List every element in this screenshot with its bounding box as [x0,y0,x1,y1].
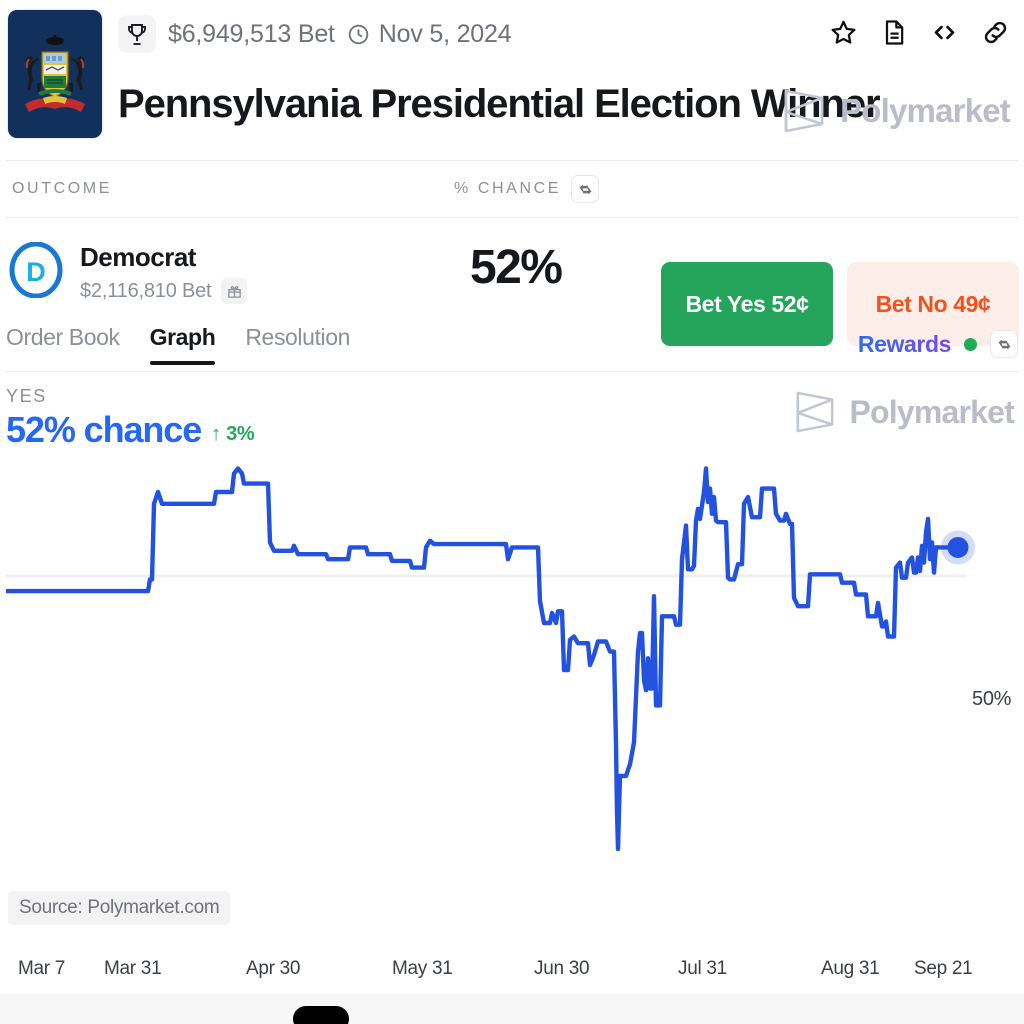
outcome-percent: 52% [470,241,563,294]
footer-strip [0,994,1024,1024]
column-header-chance: % CHANCE [454,175,600,203]
trophy-icon [118,15,156,53]
x-axis-tick: Mar 7 [18,958,66,979]
democrat-avatar: D [9,241,63,303]
page-title: Pennsylvania Presidential Election Winne… [118,82,881,126]
x-axis-tick: Sep 21 [914,958,973,979]
tab-graph[interactable]: Graph [149,324,216,365]
market-tabs: Order Book Graph Resolution [6,324,350,365]
market-tabs-bar: Order Book Graph Resolution Rewards [6,316,1018,372]
rewards-status-dot [964,337,977,351]
clock-icon [348,24,369,44]
polymarket-wordmark-chart: Polymarket [849,393,1014,430]
chance-refresh-button[interactable] [571,175,600,203]
polymarket-mark-icon [784,89,824,133]
x-axis-tick: Aug 31 [821,958,880,979]
link-icon[interactable] [981,18,1010,47]
chart-x-axis: Mar 7 Mar 31 Apr 30 May 31 Jun 30 Jul 31 Aug 3… [0,958,1024,988]
chart-chance-delta: ↑ 3% [211,423,255,445]
polymarket-wordmark: Polymarket [840,92,1011,129]
pennsylvania-flag-icon [8,10,102,138]
rewards-area: Rewards [858,330,1018,358]
code-icon[interactable] [930,18,959,47]
date-meta: Nov 5, 2024 [347,20,512,49]
market-header: $6,949,513 Bet Nov 5, 2024 Pennsylvania … [0,0,1024,160]
chart-endpoint-label: 50% [972,688,1012,710]
svg-text:D: D [26,257,46,287]
chart-source-label: Source: Polymarket.com [8,891,231,925]
chart-canvas [6,466,975,852]
x-axis-tick: Apr 30 [246,958,301,979]
polymarket-mark-chart-icon [797,391,834,433]
column-header-outcome: OUTCOME [12,180,112,197]
outcome-volume: $2,116,810 Bet [80,279,212,302]
x-axis-tick: May 31 [392,958,453,979]
market-meta-row: $6,949,513 Bet Nov 5, 2024 [118,14,512,54]
volume-meta: $6,949,513 Bet [168,20,335,49]
x-axis-tick: Jul 31 [678,958,727,979]
polymarket-market-page: $6,949,513 Bet Nov 5, 2024 Pennsylvania … [0,0,1024,1024]
bottom-handle [293,1006,349,1024]
polymarket-logo-header: Polymarket [782,88,1011,134]
x-axis-tick: Jun 30 [534,958,590,979]
document-icon[interactable] [880,18,908,47]
outcome-name: Democrat [80,242,196,272]
probability-chart[interactable] [6,450,1018,870]
chart-header: YES 52% chance ↑ 3% Polymarket [0,372,1024,450]
column-header-chance-label: % CHANCE [454,180,562,197]
volume-label: $6,949,513 Bet [168,19,335,48]
outcome-subline: $2,116,810 Bet [80,278,248,304]
tab-order-book[interactable]: Order Book [6,324,120,365]
chart-chance-value: 52% chance [6,409,202,450]
polymarket-logo-chart: Polymarket [794,390,1015,434]
x-axis-tick: Mar 31 [104,958,162,979]
rewards-label[interactable]: Rewards [858,331,951,358]
outcome-table-header: OUTCOME % CHANCE [6,160,1018,218]
date-label: Nov 5, 2024 [378,19,512,48]
header-actions [829,18,1010,47]
rewards-refresh-button[interactable] [990,330,1018,358]
tab-resolution[interactable]: Resolution [245,324,350,365]
gift-icon[interactable] [221,278,248,304]
star-icon[interactable] [829,18,858,47]
